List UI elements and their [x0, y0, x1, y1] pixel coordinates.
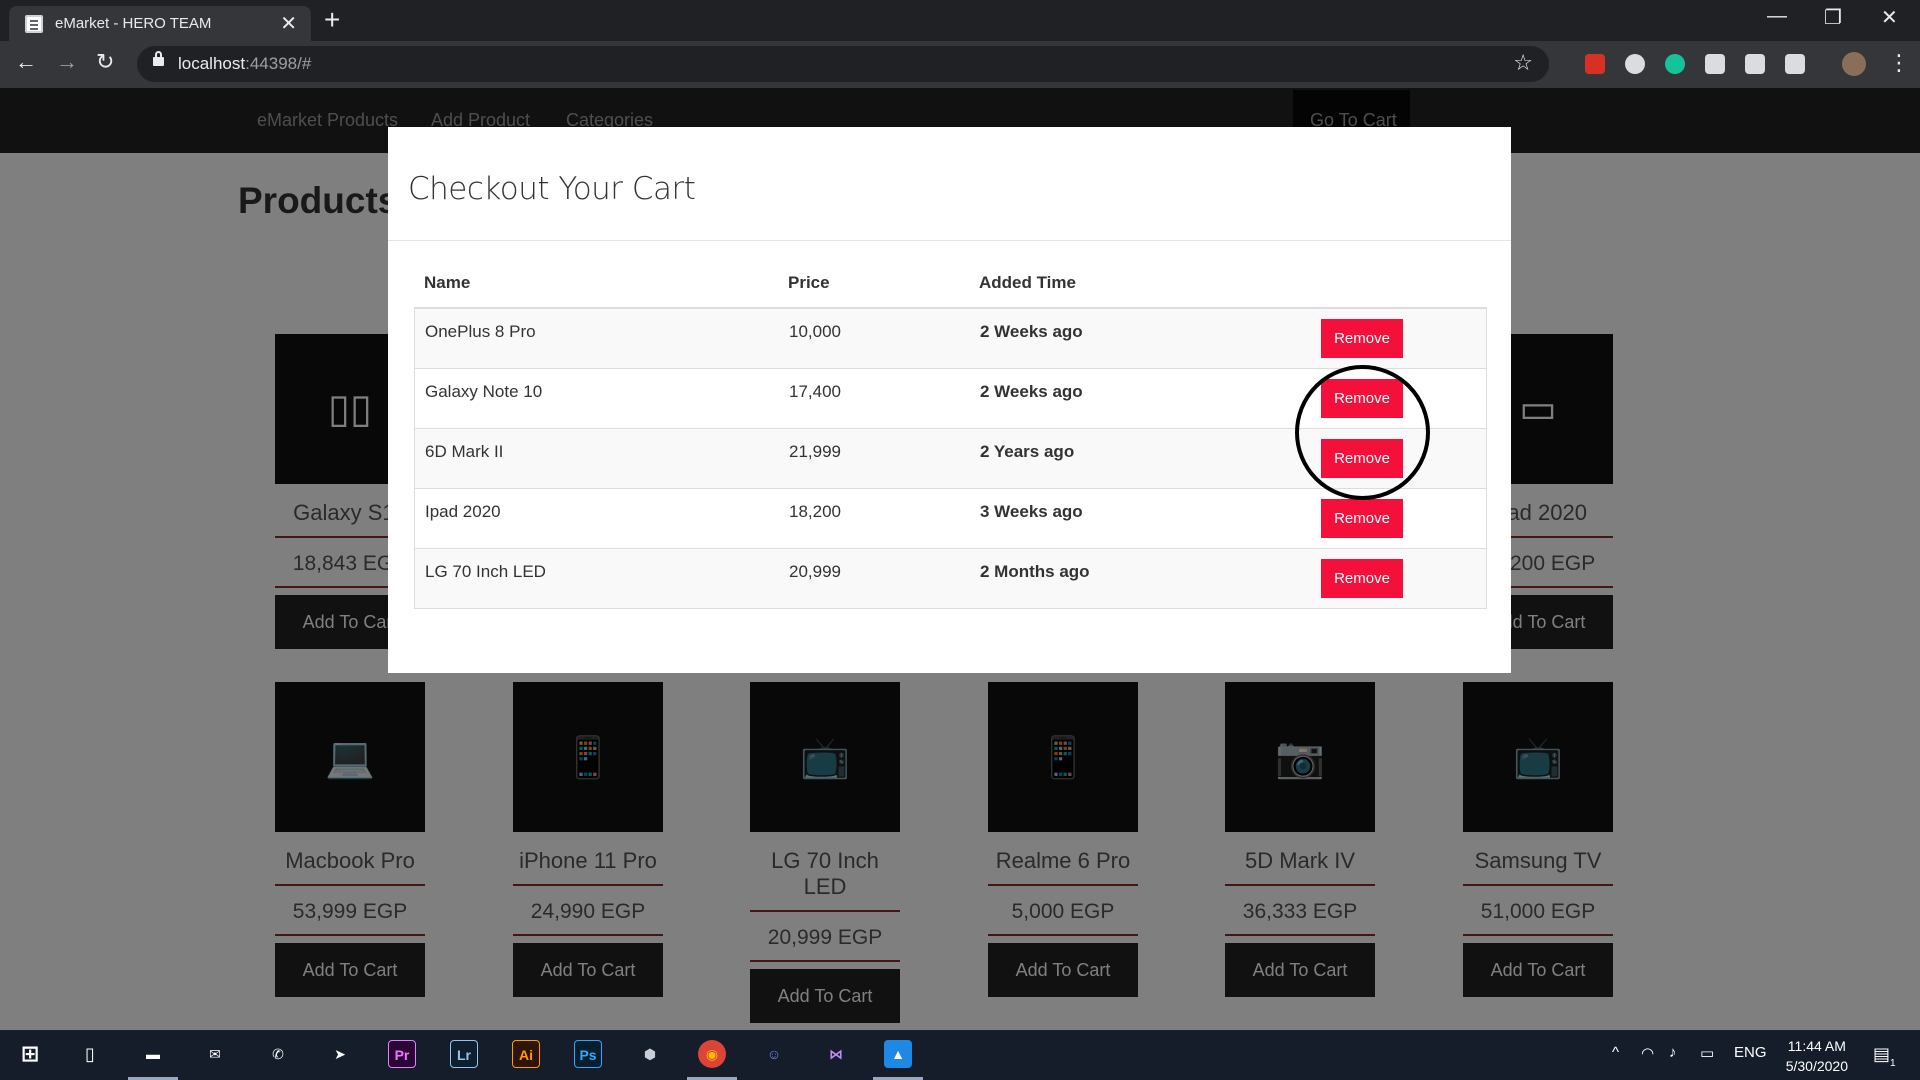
remove-button[interactable]: Remove — [1321, 559, 1403, 598]
windows-start-icon[interactable]: ⊞ — [16, 1040, 44, 1068]
extension-window-icon[interactable] — [1705, 54, 1725, 74]
web-page: eMarket Products Add Product Categories … — [0, 88, 1920, 1030]
browser-tab-strip: eMarket - HERO TEAM ✕ + — ❐ ✕ — [0, 0, 1920, 41]
remove-button[interactable]: Remove — [1321, 319, 1403, 358]
table-row: OnePlus 8 Pro 10,000 2 Weeks ago Remove — [414, 309, 1487, 369]
profile-avatar[interactable] — [1842, 52, 1866, 76]
highlight-circle — [1295, 365, 1430, 500]
notification-icon[interactable]: ▤ — [1873, 1044, 1890, 1065]
table-header: Name Price Added Time — [414, 273, 1487, 309]
whatsapp-icon[interactable]: ✆ — [264, 1040, 292, 1068]
telegram-icon[interactable]: ➤ — [326, 1040, 354, 1068]
cart-item-time: 2 Weeks ago — [980, 322, 1083, 341]
table-row: Ipad 2020 18,200 3 Weeks ago Remove — [414, 489, 1487, 549]
discord-icon[interactable]: ☺ — [760, 1040, 788, 1068]
cart-item-price: 20,999 — [789, 562, 841, 581]
cart-item-name: LG 70 Inch LED — [425, 562, 546, 581]
modal-header: Checkout Your Cart — [388, 127, 1511, 241]
cart-item-name: Galaxy Note 10 — [425, 382, 543, 401]
browser-toolbar: ← → ↻ localhost:44398/# ☆ ⋮ — [0, 41, 1920, 88]
column-header-price: Price — [788, 273, 830, 292]
visual-studio-icon[interactable]: ⋈ — [822, 1040, 850, 1068]
photos-icon[interactable]: ▲ — [884, 1040, 912, 1068]
windows-taskbar: ⊞ ▯ ▬ ✉ ✆ ➤ Pr Lr Ai Ps ⬢ ◉ ☺ ⋈ ▲ ^ ◠ ♪ … — [0, 1030, 1920, 1080]
window-close-button[interactable]: ✕ — [1881, 5, 1898, 30]
clock-date: 5/30/2020 — [1785, 1058, 1848, 1074]
extension-chat-icon[interactable] — [1625, 54, 1645, 74]
browser-tab[interactable]: eMarket - HERO TEAM ✕ — [9, 6, 311, 41]
taskbar-clock[interactable]: 11:44 AM 5/30/2020 — [1786, 1036, 1848, 1076]
mail-icon[interactable]: ✉ — [201, 1040, 229, 1068]
tray-chevron-icon[interactable]: ^ — [1612, 1044, 1619, 1061]
photoshop-icon[interactable]: Ps — [574, 1040, 602, 1068]
camera-extension-icon[interactable] — [1745, 54, 1765, 74]
cart-item-name: OnePlus 8 Pro — [425, 322, 536, 341]
cart-item-time: 2 Months ago — [980, 562, 1090, 581]
illustrator-icon[interactable]: Ai — [512, 1040, 540, 1068]
grammarly-icon[interactable] — [1665, 54, 1685, 74]
lightroom-icon[interactable]: Lr — [450, 1040, 478, 1068]
remove-button[interactable]: Remove — [1321, 499, 1403, 538]
browser-menu-icon[interactable]: ⋮ — [1888, 50, 1910, 76]
tab-close-icon[interactable]: ✕ — [280, 11, 297, 36]
shield-app-icon[interactable]: ⬢ — [636, 1040, 664, 1068]
language-indicator[interactable]: ENG — [1734, 1044, 1767, 1061]
chrome-icon[interactable]: ◉ — [698, 1040, 726, 1068]
minimize-button[interactable]: — — [1767, 5, 1787, 28]
extension-bulb-icon[interactable] — [1785, 54, 1805, 74]
cart-item-price: 21,999 — [789, 442, 841, 461]
modal-title: Checkout Your Cart — [408, 171, 696, 207]
battery-icon[interactable]: ▭ — [1700, 1044, 1714, 1062]
extension-bookmark-icon[interactable] — [1585, 54, 1605, 74]
volume-icon[interactable]: ♪ — [1669, 1044, 1677, 1061]
clock-time: 11:44 AM — [1787, 1038, 1846, 1054]
column-header-name: Name — [424, 273, 471, 292]
tab-title: eMarket - HERO TEAM — [55, 15, 212, 32]
wifi-icon[interactable]: ◠ — [1641, 1044, 1654, 1062]
cart-item-time: 3 Weeks ago — [980, 502, 1083, 521]
back-arrow-icon[interactable]: ← — [15, 49, 37, 75]
premiere-icon[interactable]: Pr — [388, 1040, 416, 1068]
bookmark-star-icon[interactable]: ☆ — [1513, 50, 1533, 76]
column-header-time: Added Time — [979, 273, 1076, 292]
address-bar[interactable]: localhost:44398/# ☆ — [137, 46, 1549, 82]
new-tab-button[interactable]: + — [324, 4, 340, 36]
file-explorer-icon[interactable]: ▬ — [139, 1040, 167, 1068]
cart-item-time: 2 Weeks ago — [980, 382, 1083, 401]
notification-count: 1 — [1890, 1058, 1896, 1069]
restore-button[interactable]: ❐ — [1824, 5, 1842, 30]
cart-item-name: Ipad 2020 — [425, 502, 501, 521]
reload-icon[interactable]: ↻ — [96, 49, 114, 75]
forward-arrow-icon[interactable]: → — [56, 49, 78, 75]
cart-item-name: 6D Mark II — [425, 442, 504, 461]
cart-item-price: 17,400 — [789, 382, 841, 401]
url-text: localhost:44398/# — [178, 54, 312, 73]
table-row: LG 70 Inch LED 20,999 2 Months ago Remov… — [414, 549, 1487, 609]
page-favicon-icon — [25, 15, 43, 33]
cart-item-price: 10,000 — [789, 322, 841, 341]
cart-item-price: 18,200 — [789, 502, 841, 521]
task-view-icon[interactable]: ▯ — [76, 1040, 104, 1068]
lock-icon — [153, 51, 164, 66]
cart-item-time: 2 Years ago — [980, 442, 1075, 461]
